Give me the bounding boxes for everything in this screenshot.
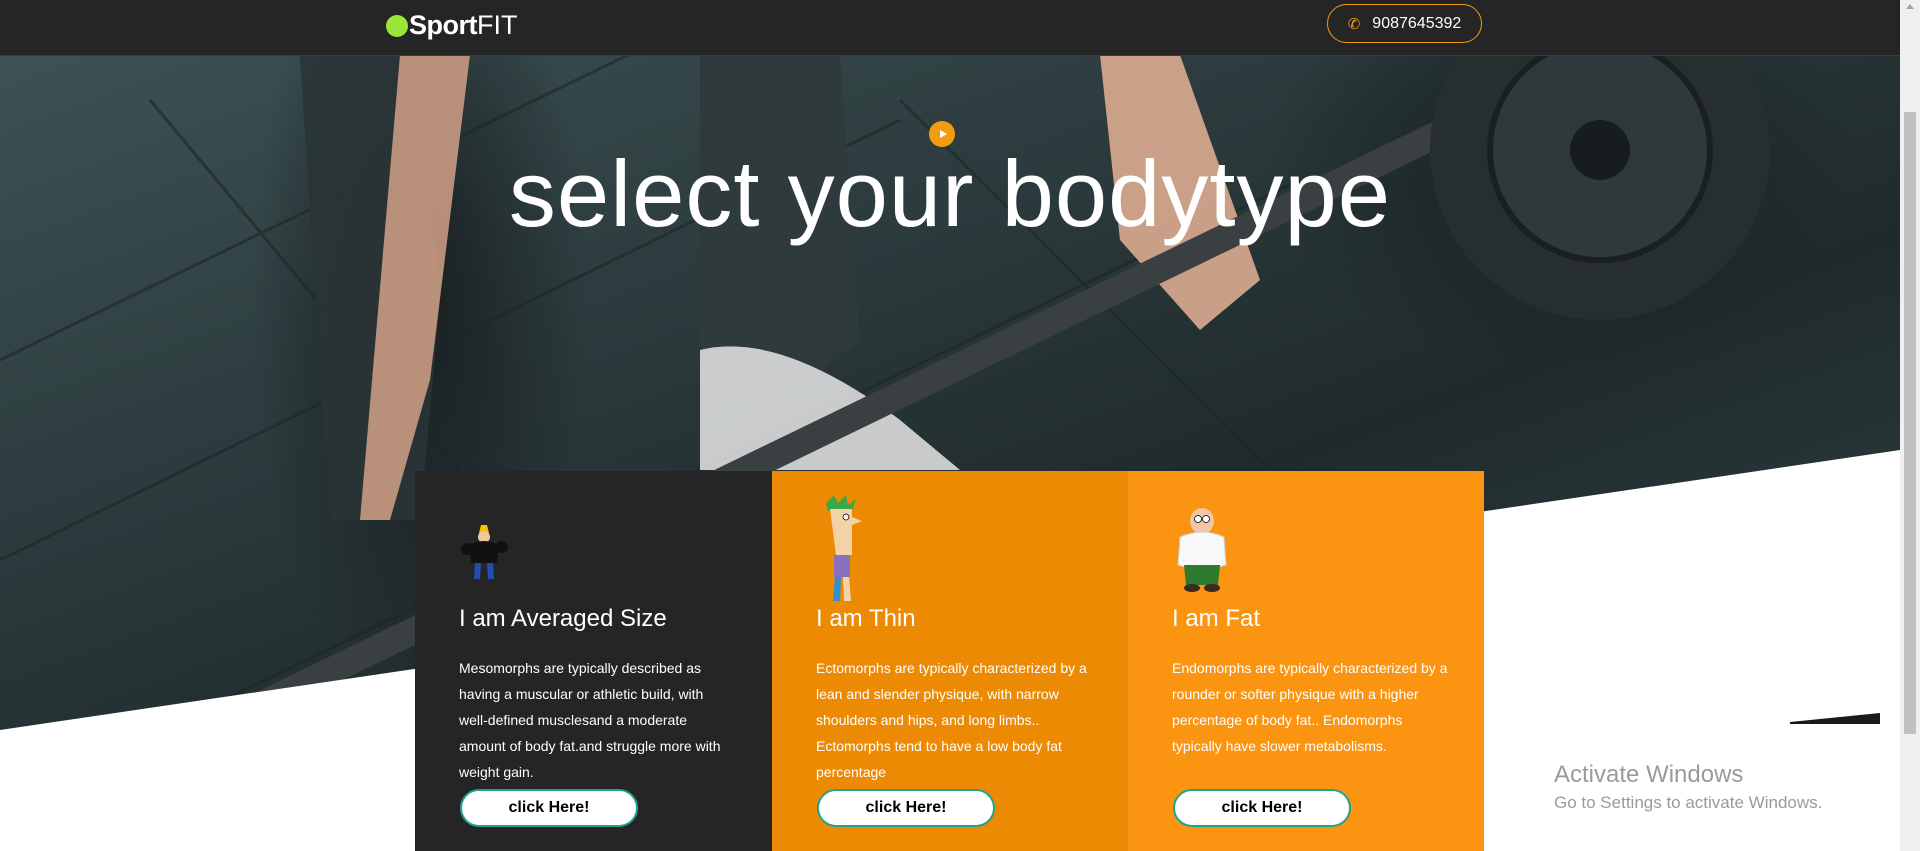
bodytype-cards: I am Averaged Size Mesomorphs are typica… xyxy=(415,471,1484,851)
bodytype-card-average: I am Averaged Size Mesomorphs are typica… xyxy=(415,471,772,851)
phone-button[interactable]: ✆ 9087645392 xyxy=(1327,4,1482,43)
scroll-up-arrow-icon[interactable] xyxy=(1906,4,1914,9)
logo-text-bold: Sport xyxy=(409,10,478,40)
card-title: I am Averaged Size xyxy=(459,605,667,632)
scrollbar-thumb[interactable] xyxy=(1904,112,1916,734)
logo-text-light: FIT xyxy=(477,10,518,40)
select-fat-button[interactable]: click Here! xyxy=(1173,789,1351,827)
phone-icon: ✆ xyxy=(1347,15,1361,33)
site-logo[interactable]: Sport FIT xyxy=(386,10,518,41)
card-description: Endomorphs are typically characterized b… xyxy=(1172,660,1448,754)
vertical-scrollbar[interactable] xyxy=(1900,0,1920,851)
muscular-cartoon-avatar xyxy=(461,525,508,579)
select-thin-button[interactable]: click Here! xyxy=(817,789,995,827)
top-navigation-bar: Sport FIT ✆ 9087645392 xyxy=(0,0,1900,56)
bodytype-card-thin: I am Thin Ectomorphs are typically chara… xyxy=(772,471,1128,851)
phone-number: 9087645392 xyxy=(1372,14,1462,32)
card-title: I am Thin xyxy=(816,605,916,632)
bodytype-card-fat: I am Fat Endomorphs are typically charac… xyxy=(1128,471,1484,851)
page-title: select your bodytype xyxy=(508,141,1392,246)
logo-dot-icon xyxy=(386,14,408,37)
watermark-line-2: Go to Settings to activate Windows. xyxy=(1554,793,1823,812)
thin-cartoon-avatar xyxy=(826,495,862,601)
watermark-line-1: Activate Windows xyxy=(1554,761,1744,788)
card-description: Mesomorphs are typically described as ha… xyxy=(459,660,721,780)
activate-windows-watermark: Activate Windows Go to Settings to activ… xyxy=(1554,761,1822,813)
select-average-button[interactable]: click Here! xyxy=(460,789,638,827)
card-description: Ectomorphs are typically characterized b… xyxy=(816,660,1087,780)
card-title: I am Fat xyxy=(1172,605,1261,632)
fat-cartoon-avatar xyxy=(1177,508,1227,592)
